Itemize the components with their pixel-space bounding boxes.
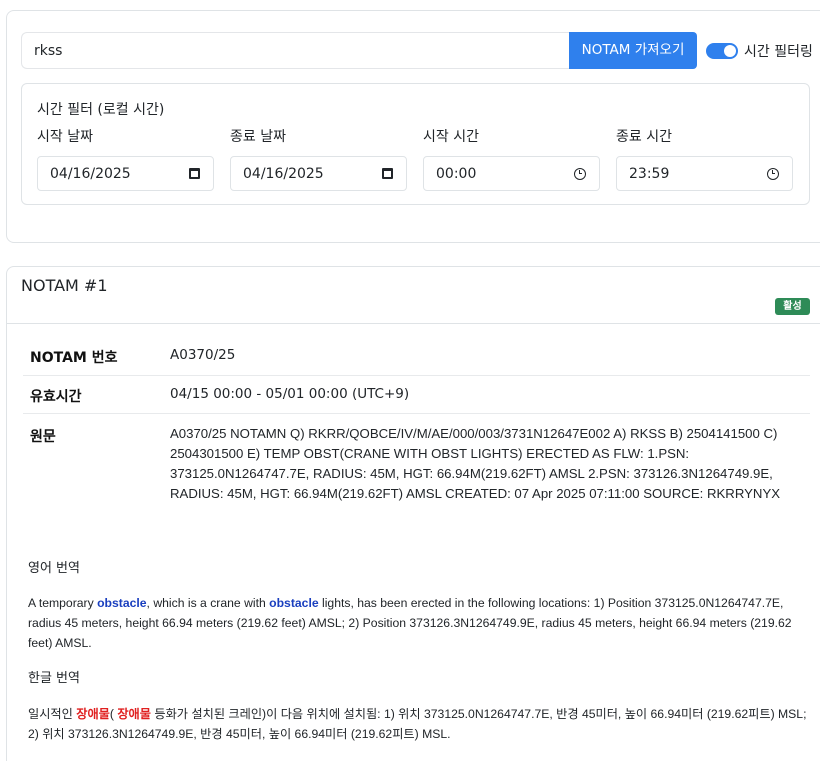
end-date-label: 종료 날짜 — [230, 129, 286, 145]
start-time-label: 시작 시간 — [423, 129, 479, 145]
status-badge: 활성 — [775, 298, 810, 315]
clock-icon[interactable] — [574, 167, 586, 180]
calendar-icon[interactable] — [189, 168, 200, 179]
keyword-highlight: 장애물 — [76, 707, 110, 721]
english-text-part: , which is a crane with — [146, 596, 270, 610]
raw-text-value: A0370/25 NOTAMN Q) RKRR/QOBCE/IV/M/AE/00… — [170, 426, 781, 501]
search-card: rkss NOTAM 가져오기 시간 필터링 시간 필터 (로컬 시간) 시작 … — [6, 10, 820, 243]
start-time-value: 00:00 — [436, 165, 477, 182]
time-filter-label: 시간 필터링 — [744, 43, 813, 60]
notam-info-table: NOTAM 번호 A0370/25 유효시간 04/15 00:00 - 05/… — [23, 336, 810, 514]
notam-card: NOTAM #1 활성 NOTAM 번호 A0370/25 유효시간 04/15… — [6, 266, 820, 761]
english-text-part: A temporary — [28, 596, 98, 610]
time-filter-panel: 시간 필터 (로컬 시간) 시작 날짜 04/16/2025 종료 날짜 04/… — [21, 83, 810, 205]
raw-text-key: 원문 — [30, 429, 56, 445]
time-filter-toggle[interactable] — [706, 42, 738, 59]
notam-number-value: A0370/25 — [170, 347, 236, 363]
korean-text-part: 일시적인 — [28, 707, 77, 721]
start-time-field: 시작 시간 00:00 — [423, 126, 600, 191]
validity-value: 04/15 00:00 - 05/01 00:00 (UTC+9) — [170, 386, 410, 402]
table-row: 유효시간 04/15 00:00 - 05/01 00:00 (UTC+9) — [23, 376, 810, 414]
validity-key: 유효시간 — [30, 389, 82, 405]
english-translation-label: 영어 번역 — [28, 561, 80, 576]
start-date-input[interactable]: 04/16/2025 — [37, 156, 214, 191]
english-translation-text: A temporary obstacle, which is a crane w… — [28, 593, 818, 653]
korean-translation-label: 한글 번역 — [28, 671, 80, 686]
keyword-highlight: obstacle — [97, 596, 147, 610]
keyword-highlight: obstacle — [269, 596, 319, 610]
end-time-value: 23:59 — [629, 165, 670, 182]
clock-icon[interactable] — [767, 167, 779, 180]
notam-title: NOTAM #1 — [21, 276, 108, 295]
end-time-input[interactable]: 23:59 — [616, 156, 793, 191]
start-date-field: 시작 날짜 04/16/2025 — [37, 126, 214, 191]
start-date-label: 시작 날짜 — [37, 129, 93, 145]
end-time-field: 종료 시간 23:59 — [616, 126, 793, 191]
time-filter-toggle-group: 시간 필터링 — [706, 41, 813, 61]
notam-number-key: NOTAM 번호 — [30, 350, 118, 366]
table-row: 원문 A0370/25 NOTAMN Q) RKRR/QOBCE/IV/M/AE… — [23, 414, 810, 514]
toggle-knob — [724, 44, 736, 57]
calendar-icon[interactable] — [382, 168, 393, 179]
end-time-label: 종료 시간 — [616, 129, 672, 145]
notam-header: NOTAM #1 활성 — [7, 267, 820, 324]
start-time-input[interactable]: 00:00 — [423, 156, 600, 191]
airport-search-input[interactable]: rkss — [21, 32, 569, 69]
start-date-value: 04/16/2025 — [50, 165, 131, 182]
end-date-value: 04/16/2025 — [243, 165, 324, 182]
table-row: NOTAM 번호 A0370/25 — [23, 336, 810, 376]
time-filter-title: 시간 필터 (로컬 시간) — [37, 102, 165, 118]
keyword-highlight: 장애물 — [117, 707, 151, 721]
search-row: rkss NOTAM 가져오기 시간 필터링 — [21, 32, 813, 69]
end-date-input[interactable]: 04/16/2025 — [230, 156, 407, 191]
fetch-notam-button[interactable]: NOTAM 가져오기 — [569, 32, 697, 69]
korean-translation-text: 일시적인 장애물( 장애물 등화가 설치된 크레인)이 다음 위치에 설치됨: … — [28, 704, 818, 744]
end-date-field: 종료 날짜 04/16/2025 — [230, 126, 407, 191]
